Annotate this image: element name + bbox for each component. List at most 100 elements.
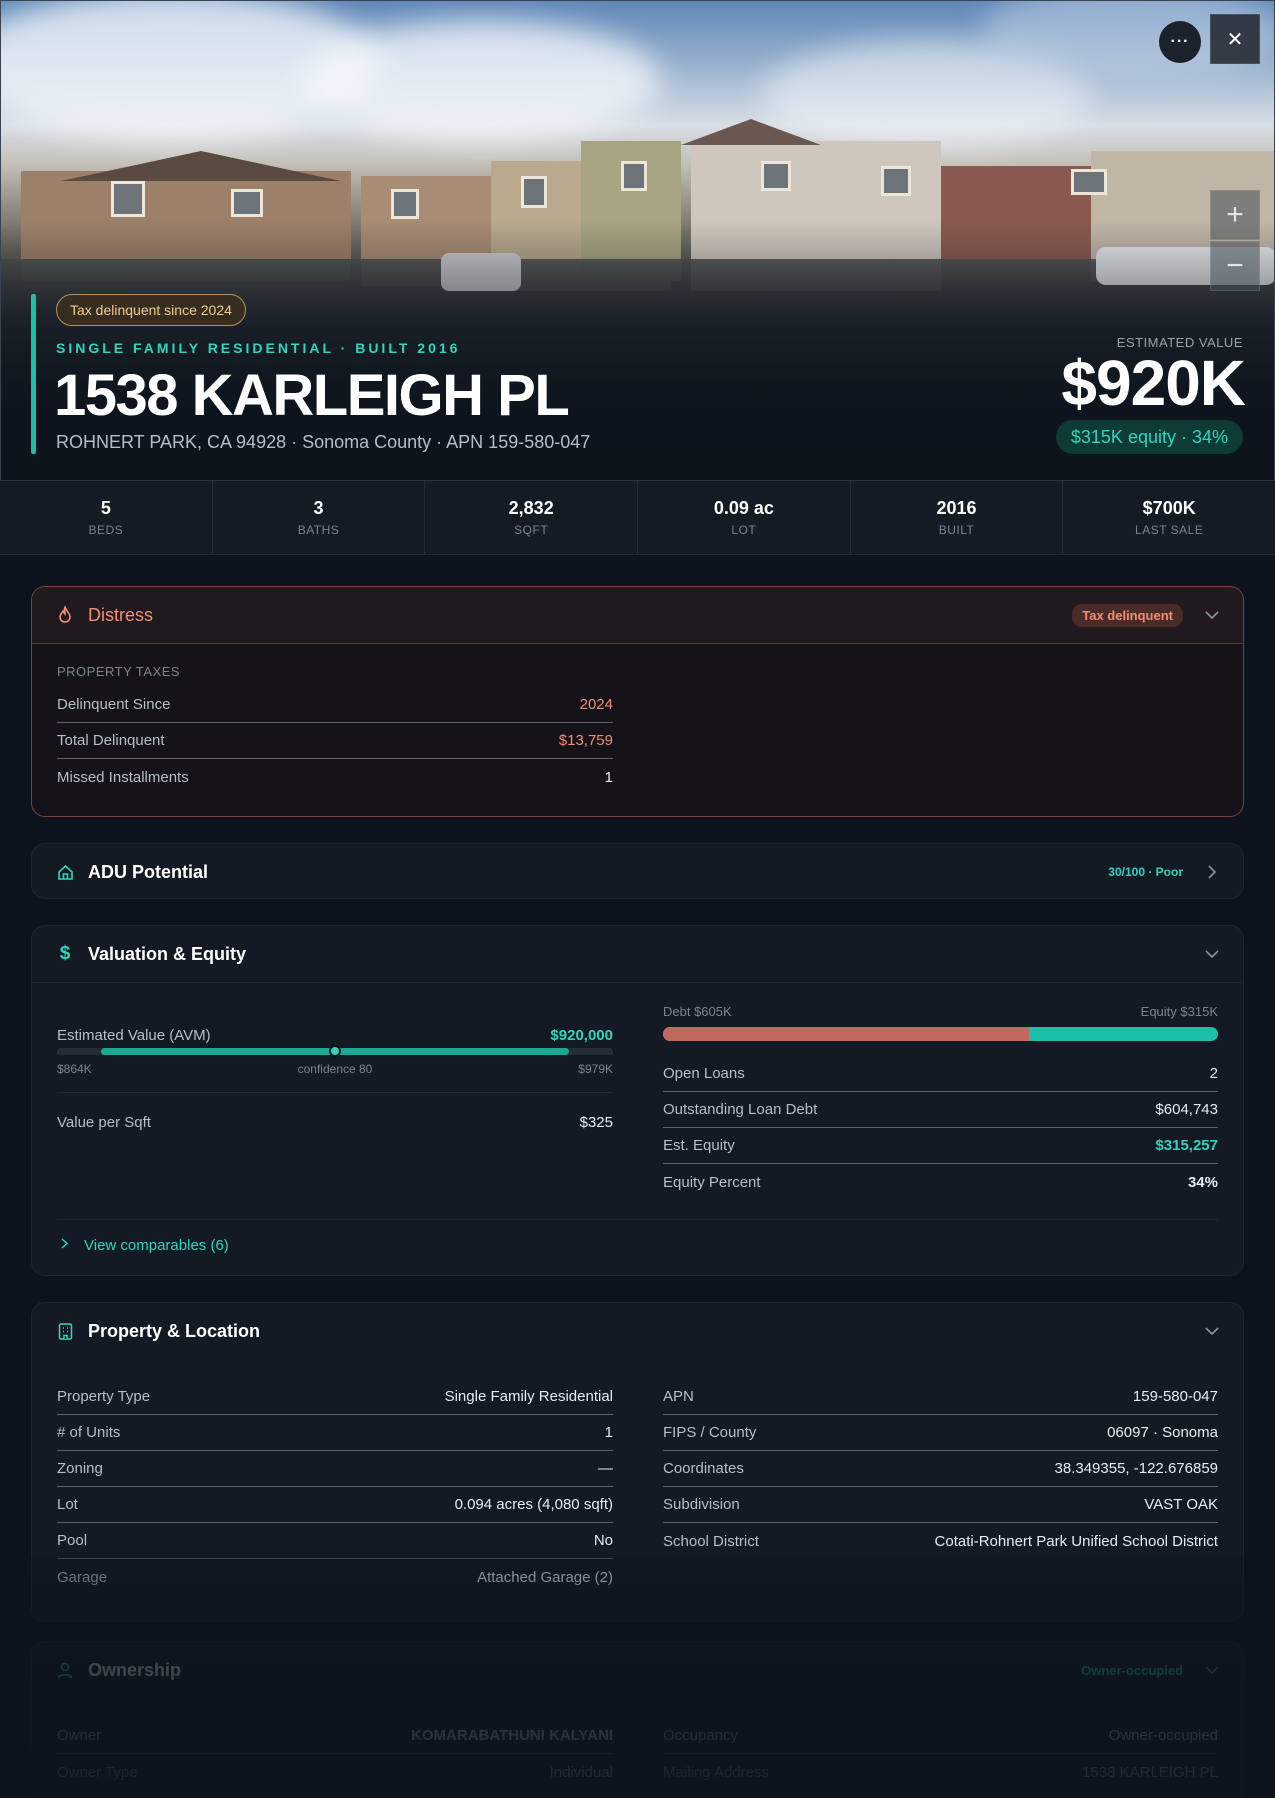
zoom-in-button[interactable]: + xyxy=(1210,190,1260,240)
occupancy-row: Occupancy Owner-occupied xyxy=(663,1718,1218,1754)
row-value: 06097 · Sonoma xyxy=(1107,1424,1218,1441)
stat-value: 2016 xyxy=(936,498,977,518)
chevron-down-icon xyxy=(1205,1664,1219,1678)
garage-row: Garage Attached Garage (2) xyxy=(57,1559,613,1595)
distress-header[interactable]: Distress Tax delinquent xyxy=(32,587,1243,644)
row-key: Occupancy xyxy=(663,1727,739,1744)
row-key: Zoning xyxy=(57,1460,103,1477)
row-key: Equity Percent xyxy=(663,1173,761,1191)
row-value: 1538 KARLEIGH PL xyxy=(1082,1763,1218,1781)
stat-last-sale: $700K LAST SALE xyxy=(1063,481,1275,554)
avm-label: Estimated Value (AVM) xyxy=(57,1027,211,1044)
row-key: Coordinates xyxy=(663,1460,744,1477)
close-button[interactable]: ✕ xyxy=(1210,14,1260,64)
more-icon: ··· xyxy=(1170,33,1190,50)
row-key: Est. Equity xyxy=(663,1137,735,1154)
stat-value: 5 xyxy=(100,498,111,518)
row-key: Outstanding Loan Debt xyxy=(663,1101,818,1118)
stat-value: 3 xyxy=(313,498,324,518)
row-value: $315,257 xyxy=(1155,1137,1218,1154)
view-comparables-link[interactable]: View comparables (6) xyxy=(57,1236,229,1254)
loan-debt-row: Outstanding Loan Debt $604,743 xyxy=(663,1092,1218,1128)
owner-row: Owner KOMARABATHUNI KALYANI xyxy=(57,1718,613,1754)
adu-card[interactable]: ADU Potential 30/100 · Poor xyxy=(31,843,1244,899)
stats-bar: 5 BEDS 3 BATHS 2,832 SQFT 0.09 ac LOT 2016 BU… xyxy=(0,480,1275,555)
row-value: KOMARABATHUNI KALYANI xyxy=(411,1727,613,1744)
zoom-out-button[interactable]: − xyxy=(1210,241,1260,291)
school-district-row: School District Cotati-Rohnert Park Unifi… xyxy=(663,1523,1218,1559)
missed-installments-row: Missed Installments 1 xyxy=(57,759,613,795)
adu-header[interactable]: ADU Potential 30/100 · Poor xyxy=(32,844,1243,898)
more-options-button[interactable]: ··· xyxy=(1159,21,1201,63)
row-value: Individual xyxy=(549,1763,613,1781)
stat-label: BEDS xyxy=(88,523,124,537)
stat-value: 2,832 xyxy=(508,498,554,518)
building-icon xyxy=(56,1323,74,1341)
property-kind: SINGLE FAMILY RESIDENTIAL · BUILT 2016 xyxy=(56,340,461,356)
stat-baths: 3 BATHS xyxy=(213,481,426,554)
chevron-right-icon xyxy=(1205,865,1219,879)
row-value: 2024 xyxy=(579,696,613,713)
row-key: Owner xyxy=(57,1727,102,1744)
ownership-title: Ownership xyxy=(88,1660,182,1680)
row-key: FIPS / County xyxy=(663,1424,757,1441)
stat-label: LOT xyxy=(731,523,757,537)
flame-icon xyxy=(56,606,74,624)
stat-label: BUILT xyxy=(938,523,975,537)
row-value: 2 xyxy=(1209,1065,1218,1082)
row-value: Cotati-Rohnert Park Unified School Distr… xyxy=(934,1532,1218,1550)
location-title: Property & Location xyxy=(88,1321,261,1341)
delinquent-since-row: Delinquent Since 2024 xyxy=(57,687,613,723)
row-key: Value per Sqft xyxy=(57,1113,151,1131)
row-key: Property Type xyxy=(57,1388,151,1405)
stat-label: LAST SALE xyxy=(1135,523,1204,537)
row-key: Delinquent Since xyxy=(57,696,171,713)
units-row: # of Units 1 xyxy=(57,1415,613,1451)
tax-delinquent-badge: Tax delinquent since 2024 xyxy=(56,294,246,326)
mailing-address-row: Mailing Address 1538 KARLEIGH PL xyxy=(663,1754,1218,1790)
user-icon xyxy=(56,1662,74,1680)
row-value: Attached Garage (2) xyxy=(477,1568,613,1586)
row-value: Owner-occupied xyxy=(1108,1727,1218,1744)
row-value: — xyxy=(598,1460,613,1477)
accent-bar xyxy=(31,294,36,454)
property-taxes-label: PROPERTY TAXES xyxy=(57,664,181,679)
row-value: Single Family Residential xyxy=(444,1388,613,1405)
plus-icon: + xyxy=(1226,198,1244,231)
location-header[interactable]: Property & Location xyxy=(32,1303,1243,1360)
apn-row: APN 159-580-047 xyxy=(663,1379,1218,1415)
row-value: VAST OAK xyxy=(1144,1496,1218,1513)
view-comparables-label: View comparables (6) xyxy=(84,1236,229,1254)
row-key: Garage xyxy=(57,1568,108,1586)
row-value: 38.349355, -122.676859 xyxy=(1054,1460,1218,1477)
coordinates-row: Coordinates 38.349355, -122.676859 xyxy=(663,1451,1218,1487)
chevron-down-icon xyxy=(1205,608,1219,622)
row-key: APN xyxy=(663,1388,694,1405)
row-key: Missed Installments xyxy=(57,768,189,786)
valuation-header[interactable]: $ Valuation & Equity xyxy=(32,926,1243,983)
ownership-header[interactable]: Ownership Owner-occupied xyxy=(32,1642,1243,1699)
total-delinquent-row: Total Delinquent $13,759 xyxy=(57,723,613,759)
stat-beds: 5 BEDS xyxy=(0,481,213,554)
debt-equity-bar xyxy=(663,1027,1218,1041)
stat-value: $700K xyxy=(1142,498,1196,518)
row-value: 159-580-047 xyxy=(1132,1388,1218,1405)
open-loans-row: Open Loans 2 xyxy=(663,1056,1218,1092)
page-title: 1538 KARLEIGH PL xyxy=(54,363,570,428)
occupancy-badge: Owner-occupied xyxy=(1081,1663,1183,1678)
row-value: $604,743 xyxy=(1155,1101,1218,1118)
row-value: $13,759 xyxy=(558,732,613,749)
value-per-sqft-row: Value per Sqft $325 xyxy=(57,1104,613,1140)
stat-lot: 0.09 ac LOT xyxy=(638,481,851,554)
chevron-right-icon xyxy=(61,1236,69,1254)
row-value: 34% xyxy=(1187,1173,1218,1191)
debt-segment xyxy=(663,1027,1030,1041)
range-high: $979K xyxy=(578,1062,613,1076)
distress-title: Distress xyxy=(88,604,154,625)
stat-built: 2016 BUILT xyxy=(851,481,1064,554)
row-key: Mailing Address xyxy=(663,1763,769,1781)
stat-label: BATHS xyxy=(297,523,340,537)
row-value: 0.094 acres (4,080 sqft) xyxy=(454,1496,613,1513)
location-card: Property & Location Property Type Single … xyxy=(31,1302,1244,1622)
home-icon xyxy=(56,863,74,881)
